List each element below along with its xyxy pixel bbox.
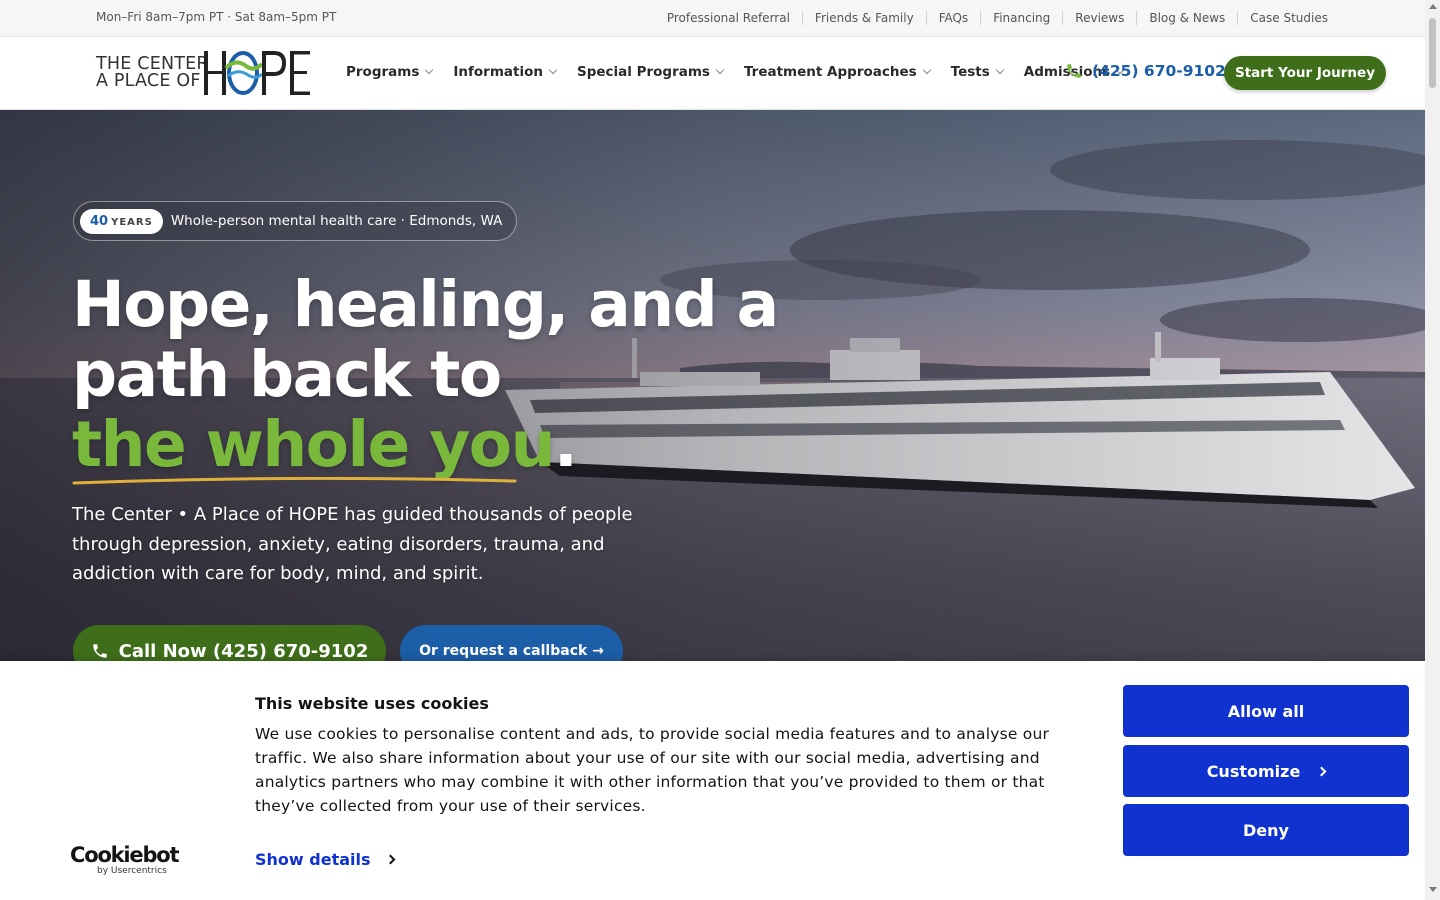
badge-text: Whole-person mental health care · Edmond… (170, 213, 503, 229)
link-faqs[interactable]: FAQs (925, 11, 981, 25)
header-phone-number: (425) 670-9102 (1092, 62, 1226, 80)
years-badge: 40 YEARS Whole-person mental health care … (73, 201, 518, 241)
deny-button[interactable]: Deny (1123, 804, 1409, 856)
phone-icon (1067, 64, 1081, 78)
nav-tests[interactable]: Tests (950, 64, 1005, 80)
chevron-down-icon (995, 65, 1005, 75)
link-financing[interactable]: Financing (980, 11, 1062, 25)
years-number: 40 (90, 213, 109, 229)
link-blog-news[interactable]: Blog & News (1136, 11, 1237, 25)
call-now-label: Call Now (425) 670-9102 (118, 640, 369, 662)
headline-highlight: the whole you (72, 408, 555, 485)
nav-tests-label: Tests (950, 64, 990, 80)
years-pill: 40 YEARS (80, 208, 163, 234)
utility-bar: Mon–Fri 8am–7pm PT · Sat 8am–5pm PT Prof… (0, 0, 1425, 37)
start-journey-button[interactable]: Start Your Journey (1224, 56, 1386, 90)
allow-all-button[interactable]: Allow all (1123, 685, 1409, 737)
cookie-consent-banner: Cookiebot by Usercentrics This website u… (0, 661, 1425, 900)
show-details-label: Show details (255, 850, 371, 869)
hero-headline: Hope, healing, and a path back to the wh… (72, 268, 779, 485)
chevron-right-icon (385, 854, 395, 865)
nav-programs[interactable]: Programs (346, 64, 434, 80)
hero-description: The Center • A Place of HOPE has guided … (72, 504, 633, 584)
chevron-down-icon (922, 65, 931, 75)
business-hours: Mon–Fri 8am–7pm PT · Sat 8am–5pm PT (96, 10, 337, 24)
customize-button[interactable]: Customize (1123, 745, 1409, 797)
scrollbar-thumb[interactable] (1429, 18, 1436, 88)
cookie-title: This website uses cookies (255, 694, 489, 713)
nav-treatment-approaches[interactable]: Treatment Approaches (743, 64, 931, 80)
link-case-studies[interactable]: Case Studies (1237, 11, 1328, 25)
customize-label: Customize (1206, 761, 1301, 781)
chevron-right-icon (1316, 766, 1327, 776)
main-nav: Programs Information Special Programs Tr… (346, 64, 1144, 80)
cookiebot-logo: Cookiebot by Usercentrics (70, 844, 180, 876)
nav-special-programs[interactable]: Special Programs (576, 64, 725, 80)
site-logo[interactable]: THE CENTER A PLACE OF (96, 50, 318, 96)
logo-hope-mark (204, 51, 310, 95)
cookiebot-wordmark: Cookiebot (70, 843, 180, 867)
chevron-down-icon (425, 65, 434, 75)
site-header: THE CENTER A PLACE OF Programs Informati… (0, 37, 1425, 110)
highlight-underline (72, 477, 517, 485)
cookiebot-byline: by Usercentrics (97, 866, 167, 876)
cookie-body-text: We use cookies to personalise content an… (255, 725, 1050, 815)
nav-programs-label: Programs (346, 64, 420, 80)
headline-highlight-text: the whole you (72, 408, 555, 481)
show-details-link[interactable]: Show details (255, 850, 395, 869)
headline-period: . (553, 408, 578, 481)
nav-information-label: Information (453, 64, 543, 80)
utility-links: Professional Referral Friends & Family F… (655, 10, 1425, 25)
link-professional-referral[interactable]: Professional Referral (655, 11, 802, 25)
years-unit: YEARS (111, 216, 153, 228)
nav-treatment-approaches-label: Treatment Approaches (743, 64, 917, 80)
phone-icon (92, 644, 107, 658)
chevron-down-icon (715, 65, 725, 75)
logo-line-2: A PLACE OF (96, 71, 201, 91)
headline-line-2: path back to (72, 338, 502, 411)
scroll-up-arrow-icon[interactable] (1429, 4, 1437, 9)
link-friends-family[interactable]: Friends & Family (801, 11, 926, 25)
headline-line-1: Hope, healing, and a (72, 268, 779, 341)
nav-special-programs-label: Special Programs (576, 64, 710, 80)
page-scrollbar[interactable] (1425, 0, 1440, 900)
header-phone-link[interactable]: (425) 670-9102 (1065, 62, 1226, 80)
nav-information[interactable]: Information (453, 64, 558, 80)
chevron-down-icon (548, 65, 558, 75)
scroll-down-arrow-icon[interactable] (1429, 887, 1437, 892)
link-reviews[interactable]: Reviews (1062, 11, 1136, 25)
